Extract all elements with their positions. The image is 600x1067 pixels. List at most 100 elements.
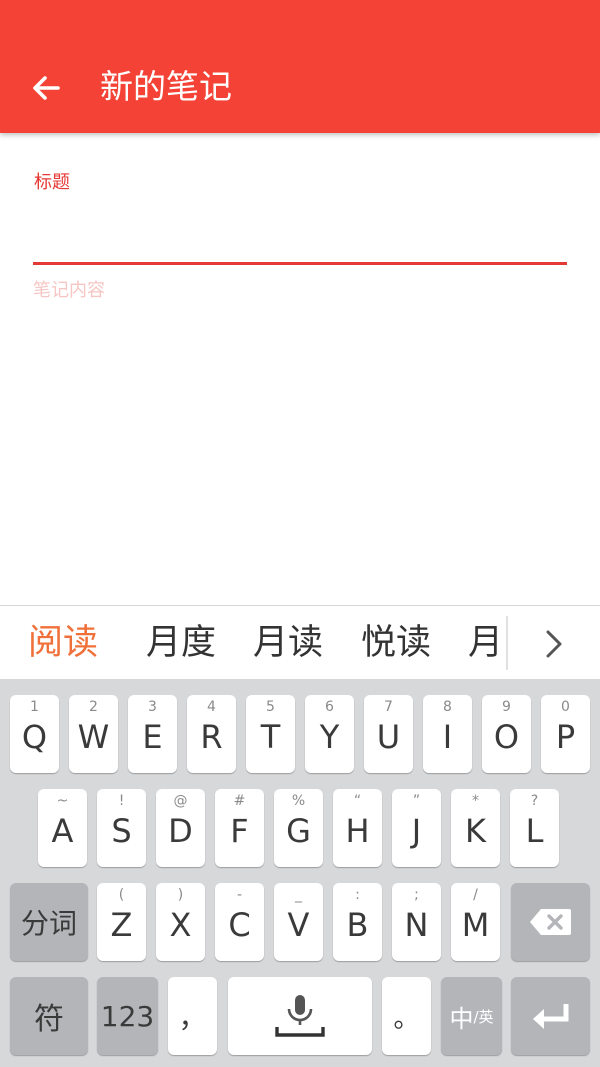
key-q[interactable]: 1Q [10,695,59,773]
key-sub-label: ? [530,793,539,809]
key-t[interactable]: 5T [246,695,295,773]
key-label: E [142,718,163,756]
key-sub-label: @ [173,793,188,809]
key-label: W [77,718,110,756]
key-label: V [287,906,310,944]
key-sub-label: 4 [207,699,216,715]
key-y[interactable]: 6Y [305,695,354,773]
key-sub-label: ! [118,793,125,809]
key-label: Q [21,718,48,756]
key-sub-label: / [473,887,478,903]
key-sub-label: 2 [89,699,98,715]
key-label: M [461,906,490,944]
key-sub-label: ” [412,793,421,809]
key-label: G [286,812,311,850]
key-label: H [345,812,370,850]
title-input[interactable] [33,200,567,260]
key-sub-label: : [355,887,360,903]
period-key[interactable]: 。 [382,977,431,1055]
key-label: C [228,906,251,944]
candidate-item[interactable]: 月读 [253,620,323,666]
page-title: 新的笔记 [100,67,232,106]
segment-key[interactable]: 分词 [10,883,88,961]
note-content-input[interactable] [33,276,567,576]
chevron-right-icon [546,630,562,658]
key-a[interactable]: ~ A [38,789,87,867]
key-v[interactable]: _ V [274,883,323,961]
back-button[interactable] [28,68,68,108]
key-h[interactable]: “H [333,789,382,867]
key-sub-label: % [291,793,306,809]
key-label: U [376,718,401,756]
key-m[interactable]: / M [451,883,500,961]
key-u[interactable]: 7U [364,695,413,773]
key-label: 分词 [20,907,77,940]
key-sub-label: _ [295,887,302,903]
key-b[interactable]: :B [333,883,382,961]
key-sub-label: # [233,793,246,809]
key-label: N [404,906,429,944]
candidate-item[interactable]: 阅读 [28,620,98,666]
key-s[interactable]: ! S [97,789,146,867]
key-label: R [200,718,223,756]
key-label: I [442,718,453,756]
key-sub-label: /英 [473,1007,494,1026]
key-label: A [51,812,74,850]
key-label: O [493,718,520,756]
space-voice-key[interactable] [228,977,372,1055]
key-c[interactable]: -C [215,883,264,961]
key-e[interactable]: 3E [128,695,177,773]
key-sub-label: ) [177,887,184,903]
backspace-key[interactable] [511,883,590,961]
key-sub-label: ~ [56,793,69,809]
key-w[interactable]: 2W [69,695,118,773]
key-z[interactable]: (Z [97,883,146,961]
key-label: B [346,906,369,944]
key-label: 。 [393,1003,420,1034]
symbols-key[interactable]: 符 [10,977,88,1055]
key-label: Z [110,906,133,944]
key-d[interactable]: @ D [156,789,205,867]
key-r[interactable]: 4R [187,695,236,773]
key-sub-label: 8 [443,699,452,715]
key-label: T [260,718,281,756]
key-g[interactable]: % G [274,789,323,867]
key-n[interactable]: ; N [392,883,441,961]
key-f[interactable]: # F [215,789,264,867]
candidate-item[interactable]: 月度 [146,620,216,666]
candidate-item[interactable]: 月 [468,620,504,666]
key-sub-label: - [236,887,243,903]
key-j[interactable]: ” J [392,789,441,867]
key-sub-label: * [472,793,479,809]
key-sub-label: 1 [30,699,39,715]
language-switch-label: 中/英 [441,977,502,1055]
candidate-item[interactable]: 悦读 [361,620,431,666]
key-label: L [525,812,544,850]
comma-key[interactable]: ， [168,977,217,1055]
enter-key[interactable] [511,977,590,1055]
app-bar: 新的笔记 [0,0,600,133]
key-o[interactable]: 9O [482,695,531,773]
more-candidates-button[interactable] [534,624,574,664]
enter-icon [511,977,590,1055]
key-label: 123 [100,999,155,1033]
key-x[interactable]: ) X [156,883,205,961]
key-label: D [168,812,193,850]
microphone-icon [228,977,372,1055]
language-switch-key[interactable]: 中/英 [441,977,502,1055]
key-label: ， [178,1001,207,1034]
key-k[interactable]: * K [451,789,500,867]
key-label: K [465,812,486,850]
key-label: P [555,718,576,756]
title-input-underline [33,262,567,265]
key-i[interactable]: 8I [423,695,472,773]
backspace-icon [511,883,590,961]
arrow-left-icon [33,76,60,100]
key-p[interactable]: 0P [541,695,590,773]
candidate-divider [506,616,508,670]
key-l[interactable]: ? L [510,789,559,867]
numbers-key[interactable]: 123 [97,977,158,1055]
key-label: 中 [449,1004,474,1033]
key-sub-label: “ [353,793,362,809]
key-label: J [411,812,422,850]
